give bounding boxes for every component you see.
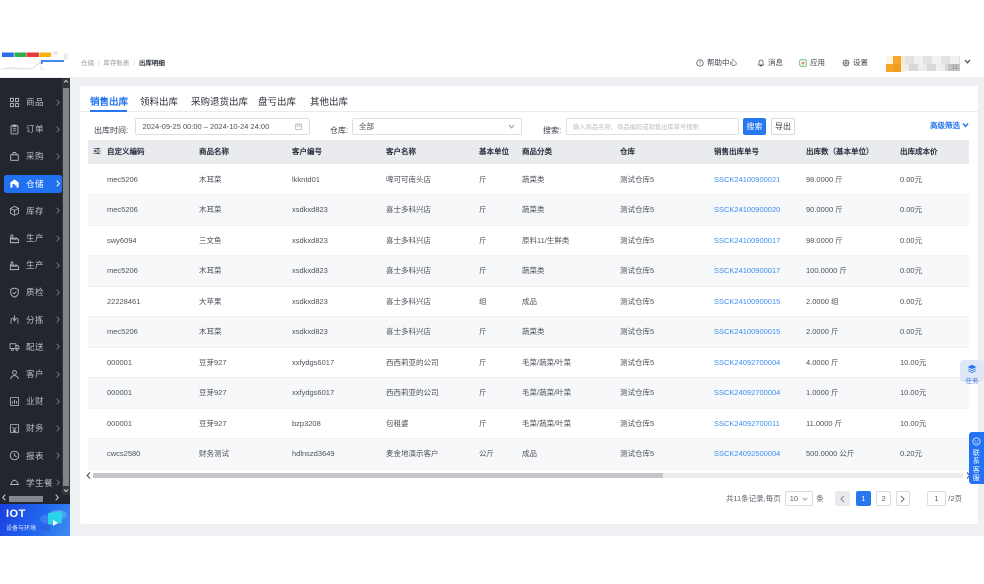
svg-text:?: ? <box>699 60 702 65</box>
